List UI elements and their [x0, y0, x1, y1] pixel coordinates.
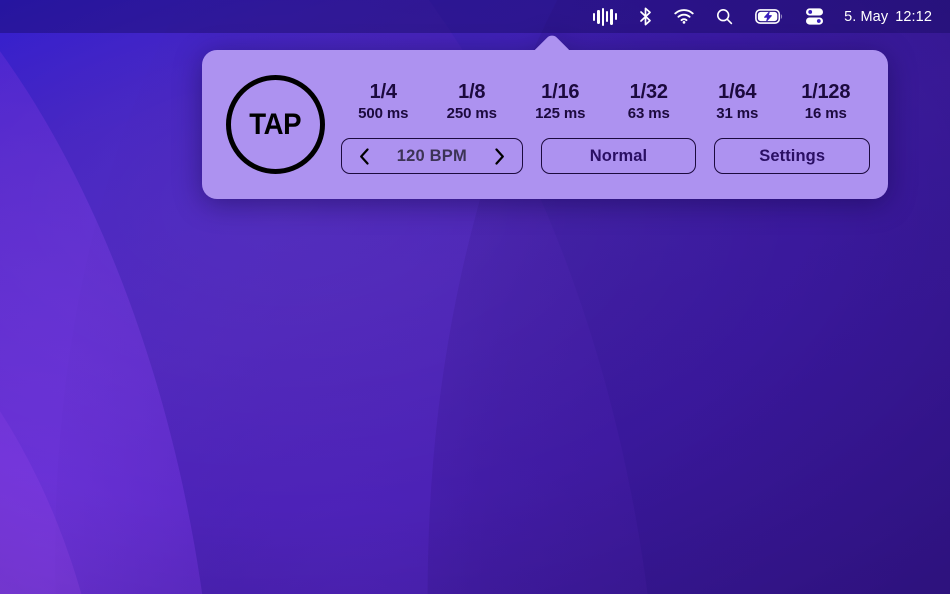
mode-button-label: Normal — [589, 146, 648, 165]
note-cell-thirtysecond[interactable]: 1/32 63 ms — [605, 81, 694, 124]
note-cell-sixteenth[interactable]: 1/16 125 ms — [516, 81, 605, 124]
settings-button-label: Settings — [759, 146, 826, 165]
popover-panel: TAP 1/4 500 ms 1/8 250 ms 1/16 125 ms 1/… — [202, 50, 888, 199]
note-milliseconds: 63 ms — [627, 104, 670, 122]
menu-bar: 5. May 12:12 — [0, 0, 950, 33]
mode-button[interactable]: Normal — [540, 138, 697, 175]
note-fraction: 1/4 — [369, 80, 397, 103]
chevron-right-icon[interactable] — [491, 144, 509, 168]
note-fraction: 1/64 — [718, 80, 757, 103]
bpm-stepper[interactable]: 120 BPM — [341, 138, 523, 175]
note-cell-onetwentyeighth[interactable]: 1/128 16 ms — [782, 81, 871, 124]
menu-bar-time: 12:12 — [895, 8, 932, 25]
bpm-value: 120 BPM — [396, 146, 467, 165]
note-milliseconds: 31 ms — [716, 104, 759, 122]
search-icon[interactable] — [705, 0, 744, 33]
note-milliseconds: 16 ms — [804, 104, 847, 122]
note-cell-quarter[interactable]: 1/4 500 ms — [339, 81, 428, 124]
popover-content: 1/4 500 ms 1/8 250 ms 1/16 125 ms 1/32 6… — [339, 50, 871, 199]
audio-waveform-icon[interactable] — [582, 0, 628, 33]
bluetooth-icon[interactable] — [628, 0, 663, 33]
audio-waveform-bars — [592, 7, 618, 26]
tap-button[interactable]: TAP — [226, 75, 325, 174]
tap-button-label: TAP — [249, 107, 302, 141]
note-fraction: 1/8 — [458, 80, 486, 103]
note-fraction: 1/128 — [801, 80, 851, 103]
chevron-left-icon[interactable] — [355, 144, 373, 168]
note-cell-eighth[interactable]: 1/8 250 ms — [428, 81, 517, 124]
menu-bar-date: 5. May — [844, 8, 889, 25]
wifi-icon[interactable] — [663, 0, 705, 33]
desktop-screen: 5. May 12:12 TAP 1/4 500 ms 1/8 250 ms 1… — [0, 0, 950, 594]
settings-button[interactable]: Settings — [714, 138, 871, 175]
control-center-icon[interactable] — [794, 0, 835, 33]
note-milliseconds: 125 ms — [535, 104, 586, 122]
note-fraction: 1/16 — [541, 80, 580, 103]
note-fraction: 1/32 — [629, 80, 668, 103]
controls-row: 120 BPM Normal Settings — [339, 138, 871, 175]
note-cell-sixtyfourth[interactable]: 1/64 31 ms — [693, 81, 782, 124]
note-values-row: 1/4 500 ms 1/8 250 ms 1/16 125 ms 1/32 6… — [339, 81, 870, 124]
battery-charging-icon[interactable] — [744, 0, 794, 33]
note-milliseconds: 500 ms — [358, 104, 409, 122]
note-milliseconds: 250 ms — [446, 104, 497, 122]
menu-bar-clock[interactable]: 5. May 12:12 — [835, 0, 936, 33]
